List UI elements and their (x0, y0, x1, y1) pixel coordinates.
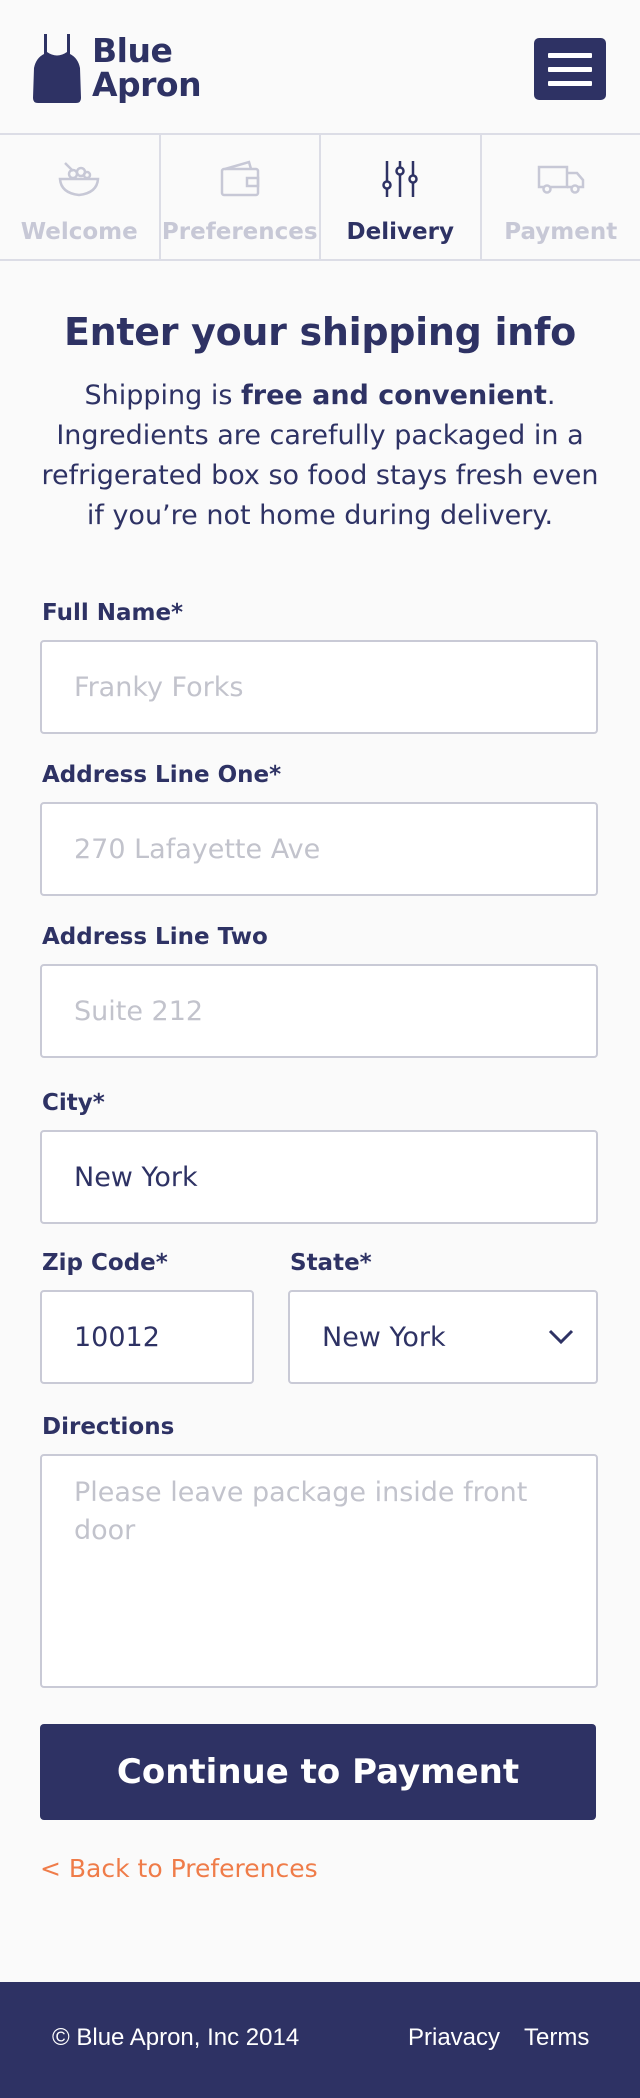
brand-line-2: Apron (92, 65, 202, 104)
back-to-preferences-link[interactable]: < Back to Preferences (40, 1854, 318, 1883)
checkout-steps: Welcome Preferences Delivery Payment (0, 135, 640, 261)
menu-button[interactable] (534, 38, 606, 100)
zip-code-input[interactable]: 10012 (40, 1290, 254, 1384)
shipping-intro: Shipping is free and convenient. Ingredi… (40, 376, 600, 536)
state-select[interactable]: New York (288, 1290, 598, 1384)
state-label: State* (290, 1250, 372, 1276)
sliders-icon (379, 157, 421, 201)
zip-code-label: Zip Code* (42, 1250, 168, 1276)
step-delivery[interactable]: Delivery (321, 135, 482, 259)
directions-textarea[interactable]: Please leave package inside front door (40, 1454, 598, 1688)
wallet-icon (219, 157, 261, 201)
continue-to-payment-button[interactable]: Continue to Payment (40, 1724, 596, 1820)
address-line-two-placeholder: Suite 212 (74, 995, 204, 1027)
address-line-two-label: Address Line Two (42, 924, 268, 950)
apron-icon (33, 34, 81, 103)
full-name-label: Full Name* (42, 600, 184, 626)
address-line-one-input[interactable]: 270 Lafayette Ave (40, 802, 598, 896)
brand-line-1: Blue (92, 31, 173, 70)
step-label: Welcome (20, 219, 138, 245)
directions-label: Directions (42, 1414, 175, 1440)
step-label: Payment (504, 219, 618, 245)
address-line-one-placeholder: 270 Lafayette Ave (74, 833, 321, 865)
site-footer: © Blue Apron, Inc 2014 Priavacy Terms (0, 1982, 640, 2098)
step-welcome[interactable]: Welcome (0, 135, 161, 259)
step-label: Preferences (161, 219, 318, 245)
copyright: © Blue Apron, Inc 2014 (52, 2024, 300, 2051)
brand-name: Blue Apron (92, 31, 202, 104)
chevron-down-icon (548, 1329, 574, 1345)
site-header: Blue Apron (0, 0, 640, 135)
hamburger-icon (548, 52, 592, 58)
address-line-one-label: Address Line One* (42, 762, 282, 788)
privacy-link[interactable]: Priavacy (408, 2024, 500, 2052)
step-preferences[interactable]: Preferences (161, 135, 321, 259)
step-payment[interactable]: Payment (482, 135, 640, 259)
address-line-two-input[interactable]: Suite 212 (40, 964, 598, 1058)
intro-prefix: Shipping is (84, 380, 242, 411)
zip-code-value: 10012 (74, 1321, 160, 1353)
city-value: New York (74, 1161, 198, 1193)
city-input[interactable]: New York (40, 1130, 598, 1224)
step-label: Delivery (346, 219, 454, 245)
terms-link[interactable]: Terms (524, 2024, 589, 2052)
truck-icon (537, 157, 585, 201)
city-label: City* (42, 1090, 105, 1116)
blue-apron-logo[interactable]: Blue Apron (32, 30, 202, 106)
directions-placeholder: Please leave package inside front door (74, 1477, 528, 1546)
page-title: Enter your shipping info (64, 310, 576, 354)
state-value: New York (322, 1321, 446, 1353)
bowl-icon (57, 157, 101, 201)
full-name-placeholder: Franky Forks (74, 671, 244, 703)
intro-bold: free and convenient (241, 380, 547, 411)
full-name-input[interactable]: Franky Forks (40, 640, 598, 734)
